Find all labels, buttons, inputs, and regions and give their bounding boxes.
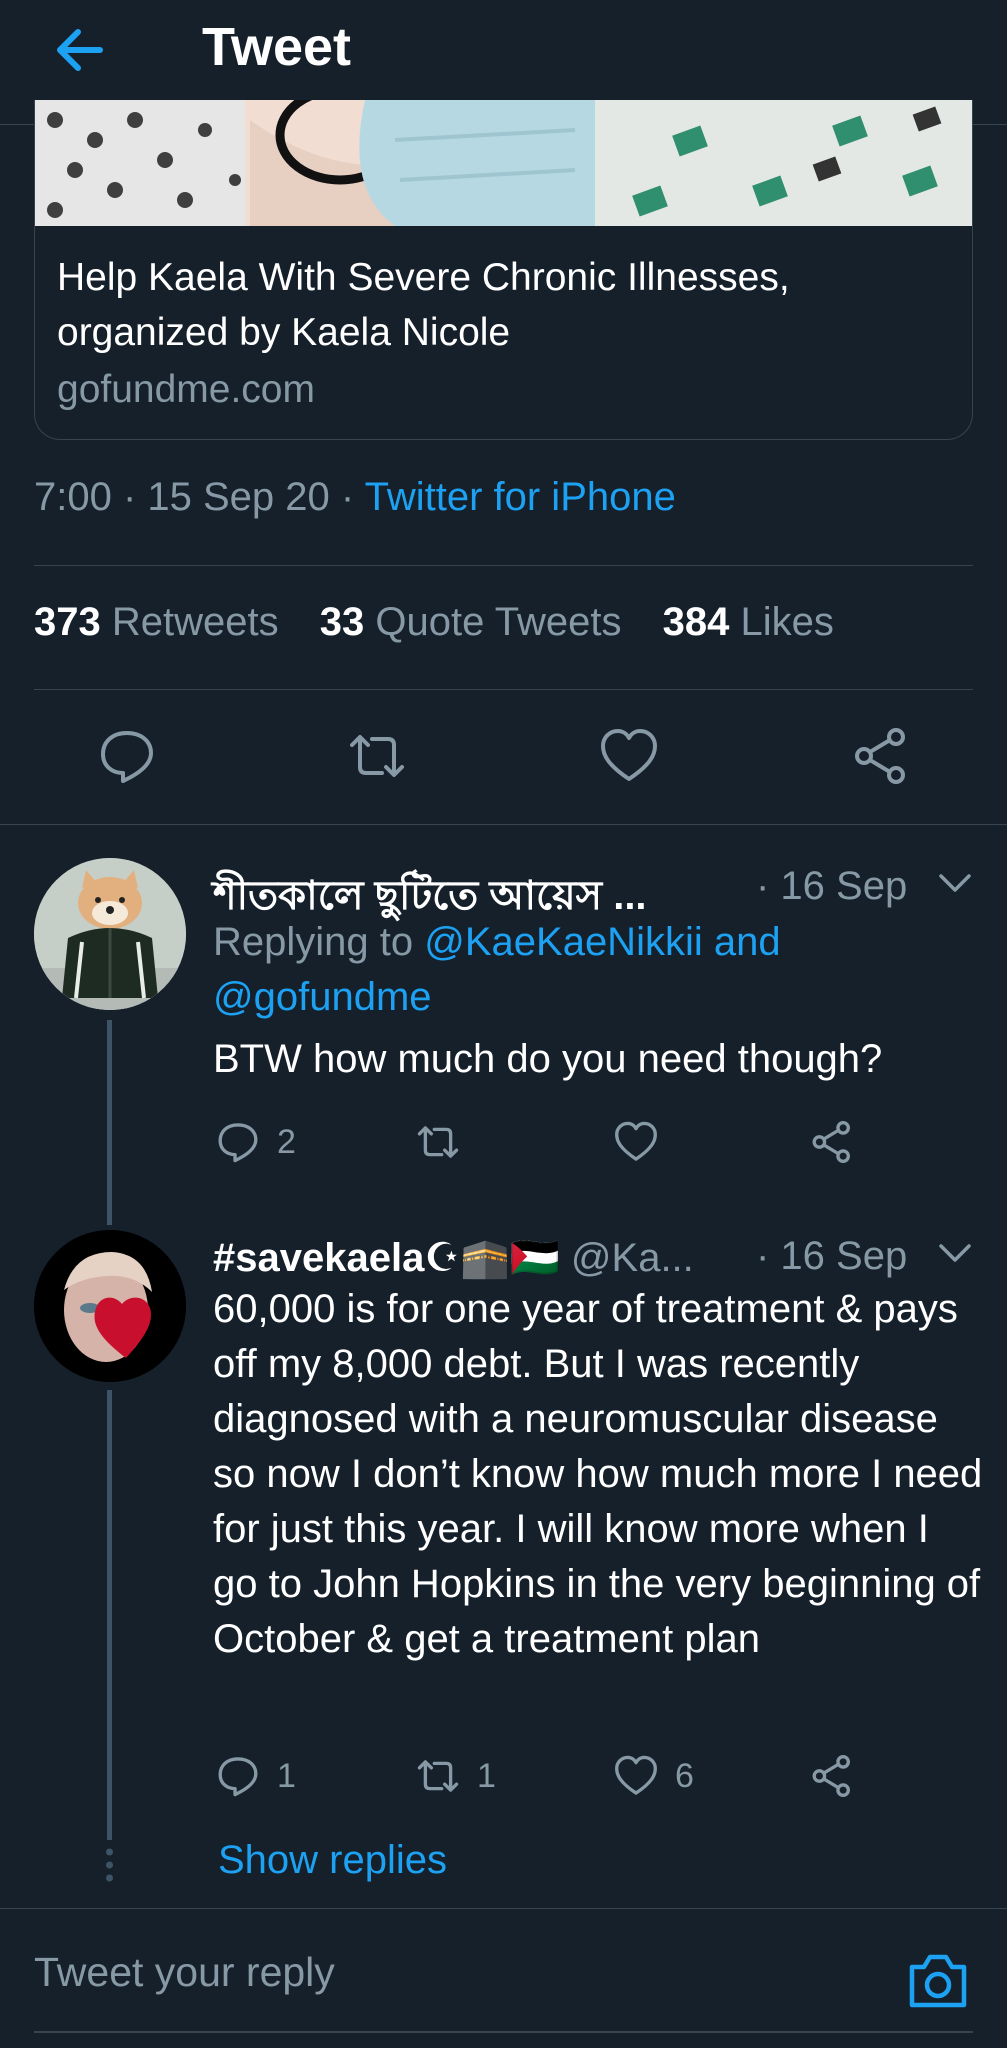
share-icon[interactable] — [850, 725, 912, 787]
reply-date: · 16 Sep — [756, 864, 908, 908]
share-button[interactable] — [809, 1118, 855, 1166]
chevron-down-icon[interactable] — [938, 872, 972, 896]
likes-stat[interactable]: 384 Likes — [663, 600, 834, 644]
reply-text: 60,000 is for one year of treatment & pa… — [213, 1287, 983, 1661]
thread-line — [107, 1390, 112, 1840]
engagement-stats: 373 Retweets 33 Quote Tweets 384 Likes — [34, 600, 864, 645]
retweet-button[interactable]: 1 — [415, 1752, 496, 1800]
retweet-icon — [417, 1760, 459, 1792]
camera-icon[interactable] — [906, 1951, 970, 2011]
tweet-reply-input[interactable]: Tweet your reply — [34, 1949, 335, 1996]
quote-tweets-stat[interactable]: 33 Quote Tweets — [320, 600, 622, 644]
like-count: 6 — [675, 1756, 694, 1795]
reply-author-handle: @Ka... — [559, 1236, 694, 1280]
card-title: Help Kaela With Severe Chronic Illnesses… — [57, 256, 790, 354]
share-icon — [812, 1755, 850, 1797]
quote-tweets-label: Quote Tweets — [375, 600, 622, 644]
page-title: Tweet — [202, 17, 352, 77]
replying-to-label: Replying to — [213, 920, 425, 964]
heart-icon — [615, 1755, 657, 1795]
reply-icon — [218, 1123, 258, 1163]
replying-to-handles[interactable]: @KaeKaeNikkii and — [424, 920, 780, 964]
like-button[interactable]: 6 — [613, 1752, 694, 1800]
retweet-button[interactable] — [415, 1118, 461, 1166]
reply-action-bar: 1 1 6 — [213, 1752, 913, 1800]
quote-tweets-count: 33 — [319, 600, 365, 644]
back-arrow-icon[interactable] — [50, 20, 110, 80]
retweets-label: Retweets — [111, 600, 279, 644]
card-domain: gofundme.com — [57, 368, 315, 411]
chevron-down-icon[interactable] — [938, 1242, 972, 1266]
avatar[interactable] — [34, 858, 186, 1010]
retweet-icon — [417, 1126, 459, 1158]
tweet-source-link[interactable]: Twitter for iPhone — [365, 475, 676, 519]
likes-count: 384 — [662, 600, 730, 644]
divider — [0, 824, 1007, 825]
retweet-icon[interactable] — [346, 725, 408, 787]
card-image — [35, 100, 972, 226]
link-card[interactable]: Help Kaela With Severe Chronic Illnesses… — [34, 100, 973, 440]
reply-icon — [218, 1757, 258, 1797]
likes-label: Likes — [740, 600, 834, 644]
reply-button[interactable]: 2 — [215, 1118, 296, 1166]
heart-icon — [615, 1121, 657, 1161]
divider — [34, 689, 973, 690]
share-button[interactable] — [809, 1752, 855, 1800]
retweet-count: 1 — [477, 1756, 496, 1795]
reply-date: · 16 Sep — [756, 1234, 908, 1278]
retweets-count: 373 — [34, 600, 101, 644]
like-button[interactable] — [613, 1118, 659, 1166]
reply-text: BTW how much do you need though? — [213, 1037, 883, 1081]
divider — [34, 565, 973, 566]
reply-author-display-name: #savekaela — [213, 1236, 425, 1280]
reply-count: 1 — [277, 1756, 296, 1795]
reply-count: 2 — [277, 1122, 296, 1161]
show-replies-link[interactable]: Show replies — [218, 1838, 447, 1883]
reply-icon[interactable] — [96, 725, 158, 787]
reply-author-name[interactable]: #savekaela☪🕋🇵🇸 @Ka... — [213, 1234, 694, 1281]
tweet-action-bar — [0, 725, 1007, 790]
reply-composer: Tweet your reply — [0, 1908, 1007, 2048]
reply-button[interactable]: 1 — [215, 1752, 296, 1800]
avatar[interactable] — [34, 1230, 186, 1382]
like-heart-icon[interactable] — [598, 725, 660, 787]
replying-to-handle[interactable]: @gofundme — [213, 975, 432, 1019]
compose-underline — [34, 2031, 973, 2033]
thread-line — [107, 1020, 112, 1225]
tweet-meta: 7:00 · 15 Sep 20 · Twitter for iPhone — [34, 475, 676, 520]
thread-more-dots — [105, 1848, 114, 1882]
tweet-timestamp: 7:00 · 15 Sep 20 · — [34, 475, 365, 519]
retweets-stat[interactable]: 373 Retweets — [34, 600, 279, 644]
share-icon — [812, 1121, 850, 1163]
replying-to: Replying to @KaeKaeNikkii and @gofundme — [213, 915, 983, 1025]
reply-author-emojis: ☪🕋🇵🇸 — [424, 1236, 560, 1280]
reply-action-bar: 2 — [213, 1118, 913, 1166]
